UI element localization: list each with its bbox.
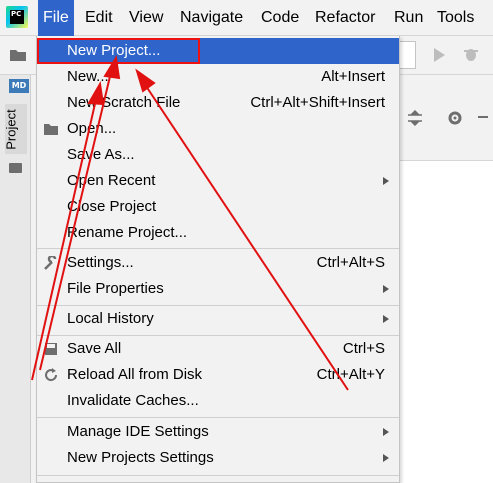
project-tool-tab[interactable]: Project: [3, 104, 27, 154]
menu-item-label: Open...: [67, 120, 117, 137]
menu-item-label: New Scratch File: [67, 94, 181, 111]
run-icon[interactable]: [432, 47, 446, 63]
menu-view[interactable]: View: [124, 0, 168, 36]
bug-icon[interactable]: [462, 45, 480, 63]
menu-item-label: New Projects Settings: [67, 449, 214, 466]
submenu-arrow-icon: [383, 177, 389, 185]
menu-separator: [37, 417, 399, 418]
gear-icon[interactable]: [446, 109, 464, 127]
menu-item-invalidate-caches[interactable]: Invalidate Caches...: [37, 388, 399, 414]
menu-item-label: Reload All from Disk: [67, 366, 203, 383]
menu-bar: PC File Edit View Navigate Code Refactor…: [0, 0, 493, 36]
menu-file[interactable]: File: [38, 0, 74, 36]
menu-code[interactable]: Code: [256, 0, 304, 36]
menu-item-label: Local History: [67, 310, 154, 327]
file-menu-dropdown: New Project... New... Alt+Insert New Scr…: [36, 36, 400, 483]
folder-icon: [9, 163, 22, 173]
menu-item-label: Open Recent: [67, 172, 156, 189]
menu-navigate[interactable]: Navigate: [175, 0, 248, 36]
menu-item-shortcut: Ctrl+Alt+Shift+Insert: [250, 94, 385, 111]
menu-item-settings[interactable]: Settings... Ctrl+Alt+S: [37, 250, 399, 276]
collapse-all-icon[interactable]: [406, 109, 424, 127]
menu-item-label: Settings...: [67, 254, 134, 271]
pycharm-logo-icon: PC: [6, 6, 28, 28]
folder-icon: [44, 124, 58, 135]
menu-item-shortcut: Ctrl+Alt+S: [316, 254, 385, 271]
menu-item-save-as[interactable]: Save As...: [37, 142, 399, 168]
hide-panel-icon[interactable]: [478, 116, 488, 118]
submenu-arrow-icon: [383, 428, 389, 436]
project-panel-header: [400, 100, 493, 161]
menu-item-label: Rename Project...: [67, 224, 188, 241]
menu-item-local-history[interactable]: Local History: [37, 306, 399, 332]
menu-item-label: Save As...: [67, 146, 135, 163]
menu-run[interactable]: Run: [389, 0, 428, 36]
menu-item-label: File Properties: [67, 280, 164, 297]
menu-item-label: Manage IDE Settings: [67, 423, 209, 440]
menu-edit[interactable]: Edit: [80, 0, 118, 36]
menu-item-reload-all[interactable]: Reload All from Disk Ctrl+Alt+Y: [37, 362, 399, 388]
menu-item-new-scratch-file[interactable]: New Scratch File Ctrl+Alt+Shift+Insert: [37, 90, 399, 116]
menu-item-shortcut: Alt+Insert: [321, 68, 385, 85]
open-folder-icon[interactable]: [9, 47, 27, 62]
markdown-icon: MD: [9, 79, 29, 93]
menu-item-open-recent[interactable]: Open Recent: [37, 168, 399, 194]
menu-item-new-projects-settings[interactable]: New Projects Settings: [37, 445, 399, 471]
menu-item-rename-project[interactable]: Rename Project...: [37, 220, 399, 246]
project-tab-label: Project: [3, 109, 19, 150]
wrench-icon: [44, 256, 57, 270]
submenu-arrow-icon: [383, 315, 389, 323]
menu-item-file-properties[interactable]: File Properties: [37, 276, 399, 302]
menu-item-save-all[interactable]: Save All Ctrl+S: [37, 336, 399, 362]
menu-item-open[interactable]: Open...: [37, 116, 399, 142]
submenu-arrow-icon: [383, 285, 389, 293]
submenu-arrow-icon: [383, 454, 389, 462]
menu-item-label: Invalidate Caches...: [67, 392, 199, 409]
menu-separator: [37, 248, 399, 249]
menu-separator: [37, 475, 399, 476]
menu-item-label: Save All: [67, 340, 122, 357]
menu-item-label: New...: [67, 68, 109, 85]
menu-item-new[interactable]: New... Alt+Insert: [37, 64, 399, 90]
run-config-field[interactable]: [398, 41, 416, 69]
menu-item-shortcut: Ctrl+Alt+Y: [316, 366, 385, 383]
save-icon: [45, 343, 57, 355]
menu-item-close-project[interactable]: Close Project: [37, 194, 399, 220]
menu-tools[interactable]: Tools: [432, 0, 479, 36]
menu-refactor[interactable]: Refactor: [310, 0, 380, 36]
reload-icon: [45, 368, 58, 382]
menu-item-label: Close Project: [67, 198, 157, 215]
annotation-highlight-box: [37, 38, 200, 64]
menu-item-manage-ide-settings[interactable]: Manage IDE Settings: [37, 419, 399, 445]
menu-item-shortcut: Ctrl+S: [342, 340, 385, 357]
logo-text: PC: [10, 10, 24, 24]
